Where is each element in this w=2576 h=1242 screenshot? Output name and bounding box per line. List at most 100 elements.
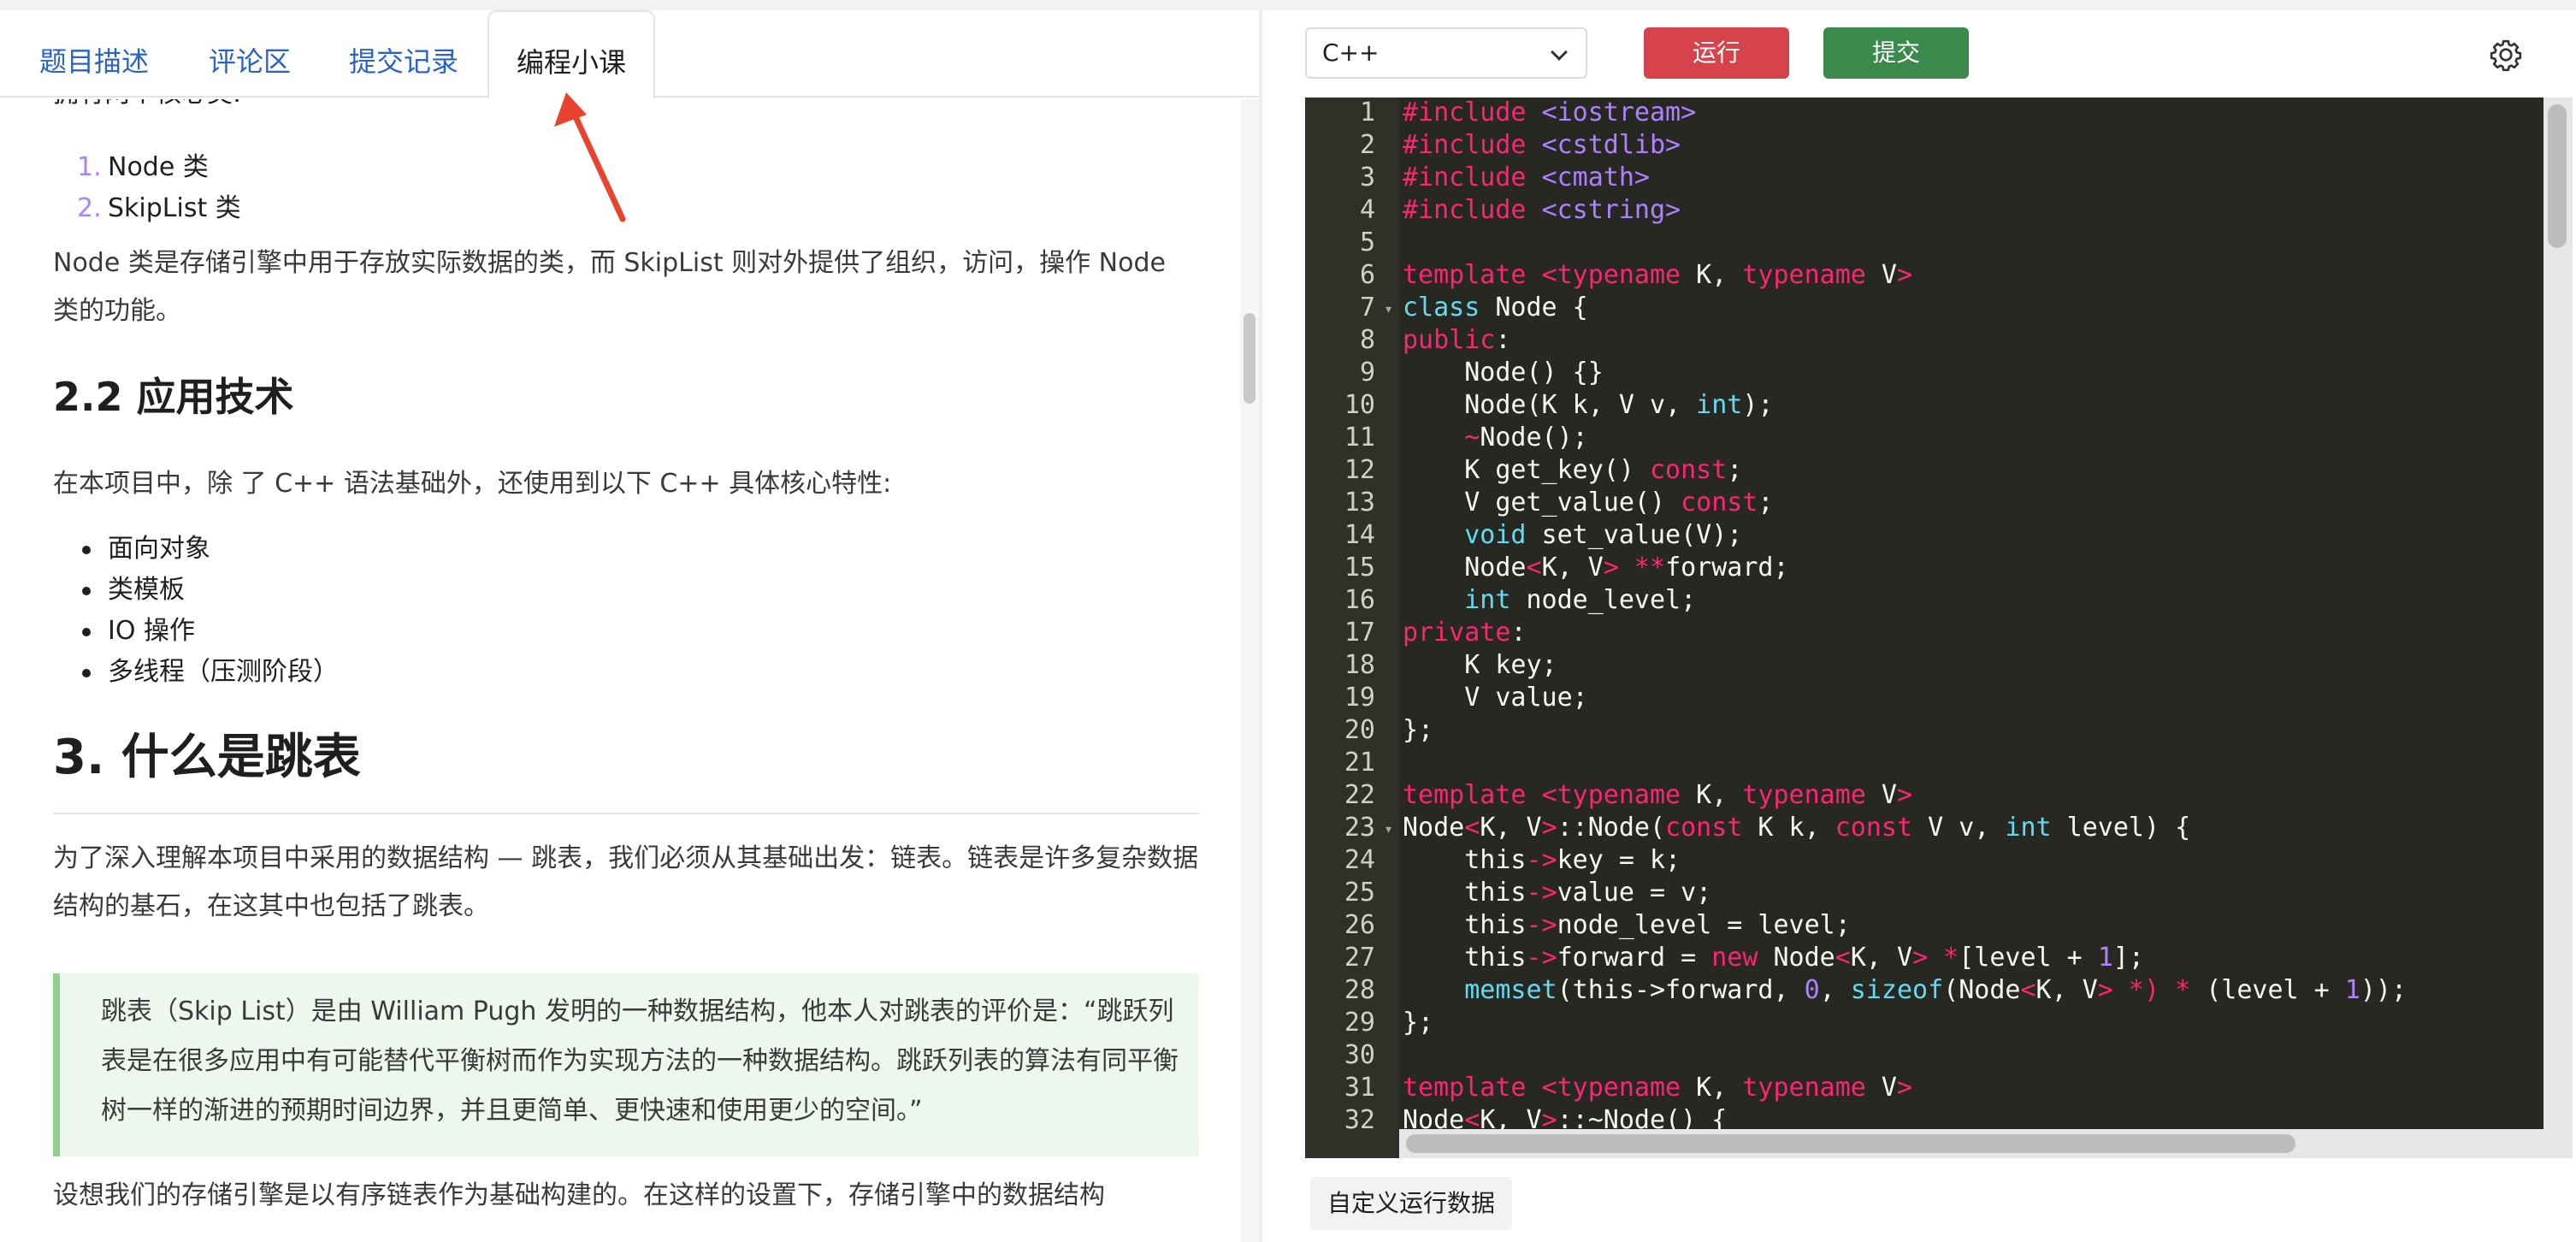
line-number: 15 <box>1344 553 1375 583</box>
code-line: K key; <box>1403 650 1557 680</box>
code-line: #include <cmath> <box>1403 163 1650 192</box>
line-number: 28 <box>1344 975 1375 1005</box>
line-number: 21 <box>1344 748 1375 778</box>
line-number: 11 <box>1344 423 1375 452</box>
fold-marker-icon[interactable]: ▾ <box>1385 823 1391 837</box>
problem-pane: 题目描述 评论区 提交记录 编程小课 拥有两个核心类: 1.Node 类 2.S… <box>0 10 1259 1242</box>
code-text[interactable]: #include <iostream> #include <cstdlib> #… <box>1403 98 2407 1135</box>
code-line: #include <iostream> <box>1403 98 1697 127</box>
code-line: int node_level; <box>1464 585 1697 615</box>
line-number: 5 <box>1359 228 1375 257</box>
code-line: ~Node(); <box>1464 423 1588 452</box>
custom-run-data-button[interactable]: 自定义运行数据 <box>1310 1177 1512 1230</box>
code-line: V value; <box>1403 683 1588 713</box>
code-line: V get_value() const; <box>1403 488 1774 518</box>
left-scrollbar-thumb[interactable] <box>1244 313 1256 404</box>
code-line: public: <box>1403 325 1511 355</box>
line-number: 12 <box>1344 455 1375 485</box>
line-number: 8 <box>1359 325 1375 355</box>
line-number: 4 <box>1359 195 1375 225</box>
line-number: 13 <box>1344 488 1375 518</box>
line-number: 19 <box>1344 683 1375 713</box>
skiplist-intro-paragraph: 为了深入理解本项目中采用的数据结构 — 跳表，我们必须从其基础出发：链表。链表是… <box>53 843 1199 921</box>
line-number: 7 <box>1359 293 1375 322</box>
tab-comments[interactable]: 评论区 <box>209 10 291 98</box>
section-heading-skiplist: 3. 什么是跳表 <box>53 730 361 785</box>
gear-icon[interactable] <box>2489 38 2523 72</box>
divider <box>53 813 1199 814</box>
code-line: Node() {} <box>1403 358 1604 387</box>
line-number: 26 <box>1344 910 1375 940</box>
top-strip <box>0 0 2576 10</box>
language-select[interactable]: C++ <box>1305 27 1587 79</box>
line-number-gutter: 1 2 3 4 5 6 7 8 9 10 11 12 13 14 15 16 1… <box>1305 98 1399 1158</box>
line-number: 18 <box>1344 650 1375 680</box>
code-line: private: <box>1403 618 1527 648</box>
code-line: template <typename K, typename V> <box>1403 780 1913 810</box>
line-number: 23 <box>1344 813 1375 843</box>
code-line: }; <box>1403 1008 1434 1038</box>
list-item: 面向对象 <box>82 529 339 570</box>
language-value: C++ <box>1322 38 1380 67</box>
line-number: 32 <box>1344 1105 1375 1135</box>
editor-pane: C++ 运行 提交 1 2 3 4 5 6 7 8 9 10 11 12 13 … <box>1262 10 2576 1242</box>
code-line: Node<K, V> **forward; <box>1464 553 1789 583</box>
list-item: IO 操作 <box>82 611 339 652</box>
editor-vertical-scrollbar[interactable] <box>2544 98 2573 1158</box>
tab-submissions[interactable]: 提交记录 <box>349 10 458 98</box>
list-item: 类模板 <box>82 570 339 611</box>
line-number: 20 <box>1344 715 1375 745</box>
line-number: 14 <box>1344 520 1375 550</box>
code-line: this->forward = new Node<K, V> *[level +… <box>1464 943 2144 973</box>
code-editor[interactable]: 1 2 3 4 5 6 7 8 9 10 11 12 13 14 15 16 1… <box>1305 98 2573 1158</box>
code-line: #include <cstdlib> <box>1403 130 1681 160</box>
section-heading-tech: 2.2 应用技术 <box>53 374 294 420</box>
line-number: 31 <box>1344 1073 1375 1103</box>
tech-intro-paragraph: 在本项目中，除 了 C++ 语法基础外，还使用到以下 C++ 具体核心特性: <box>53 469 892 499</box>
bottom-paragraph: 设想我们的存储引擎是以有序链表作为基础构建的。在这样的设置下，存储引擎中的数据结… <box>53 1180 1105 1210</box>
line-number: 9 <box>1359 358 1375 387</box>
line-number: 2 <box>1359 130 1375 160</box>
submit-button[interactable]: 提交 <box>1823 27 1969 79</box>
line-number: 27 <box>1344 943 1375 973</box>
line-number: 25 <box>1344 878 1375 908</box>
list-item: 1. Node 类 <box>77 152 209 182</box>
line-number: 22 <box>1344 780 1375 810</box>
line-number: 10 <box>1344 390 1375 420</box>
node-intro-paragraph: Node 类是存储引擎中用于存放实际数据的类，而 SkipList 则对外提供了… <box>53 248 1166 326</box>
line-number: 6 <box>1359 260 1375 290</box>
quote-text: 跳表（Skip List）是由 William Pugh 发明的一种数据结构，他… <box>101 997 1179 1126</box>
line-number: 17 <box>1344 618 1375 648</box>
tab-lesson[interactable]: 编程小课 <box>487 10 655 99</box>
line-number: 30 <box>1344 1040 1375 1070</box>
fold-marker-icon[interactable]: ▾ <box>1385 303 1391 316</box>
code-line: template <typename K, typename V> <box>1403 260 1913 290</box>
code-line: template <typename K, typename V> <box>1403 1073 1913 1103</box>
line-number: 29 <box>1344 1008 1375 1038</box>
line-number: 3 <box>1359 163 1375 192</box>
feature-list: 面向对象 类模板 IO 操作 多线程（压测阶段） <box>82 529 339 693</box>
quote-block: 跳表（Skip List）是由 William Pugh 发明的一种数据结构，他… <box>53 973 1199 1156</box>
tab-bar: 题目描述 评论区 提交记录 编程小课 <box>0 10 1259 99</box>
line-number: 1 <box>1359 98 1375 127</box>
code-line: #include <cstring> <box>1403 195 1681 225</box>
code-line: void set_value(V); <box>1464 520 1743 550</box>
annotation-arrow-icon <box>554 92 626 222</box>
tab-description[interactable]: 题目描述 <box>39 10 149 98</box>
code-line: this->node_level = level; <box>1464 910 1851 940</box>
editor-horizontal-scrollbar[interactable] <box>1399 1129 2544 1158</box>
run-button[interactable]: 运行 <box>1644 27 1789 79</box>
editor-horizontal-scrollbar-thumb[interactable] <box>1406 1134 2295 1153</box>
code-line: K get_key() const; <box>1403 455 1743 485</box>
code-line: class Node { <box>1403 293 1588 322</box>
list-item: 2. SkipList 类 <box>77 193 241 223</box>
class-list: 1. Node 类 2. SkipList 类 <box>77 147 241 229</box>
line-number: 24 <box>1344 845 1375 875</box>
lesson-content: 拥有两个核心类: 1.Node 类 2.SkipList 类 Node 类是存储… <box>0 99 1242 1242</box>
code-line: Node<K, V>::Node(const K k, const V v, i… <box>1403 813 2191 843</box>
list-item: 多线程（压测阶段） <box>82 652 339 693</box>
code-line: memset(this->forward, 0, sizeof(Node<K, … <box>1464 975 2408 1005</box>
code-line: Node(K k, V v, int); <box>1403 390 1774 420</box>
left-scrollbar[interactable] <box>1240 99 1259 1242</box>
editor-vertical-scrollbar-thumb[interactable] <box>2548 104 2567 248</box>
